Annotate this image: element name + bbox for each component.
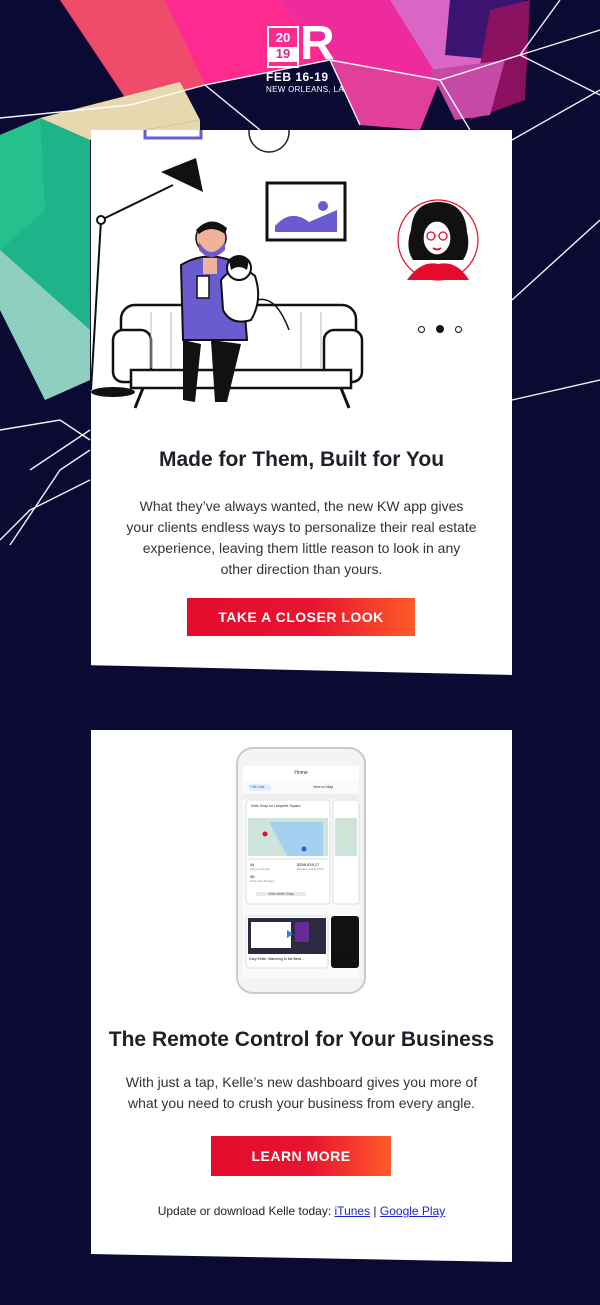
phone-snap-title: Kelle Snap for Lafayette Square <box>251 804 301 808</box>
card-body-text: What they’ve always wanted, the new KW a… <box>126 498 477 577</box>
carousel-dot-active[interactable] <box>436 325 444 333</box>
itunes-link[interactable]: iTunes <box>335 1204 371 1218</box>
learn-more-button[interactable]: LEARN MORE <box>211 1136 391 1176</box>
card-title: Made for Them, Built for You <box>158 448 445 471</box>
phone-filter-chip: + Hit Lists <box>249 785 265 789</box>
event-dates: FEB 16-19 <box>266 70 329 84</box>
hero-illustration <box>91 130 479 409</box>
download-prompt: Update or download Kelle today: <box>157 1204 335 1218</box>
google-play-link[interactable]: Google Play <box>380 1204 445 1218</box>
card-title: The Remote Control for Your Business <box>108 1028 495 1051</box>
take-a-closer-look-button[interactable]: TAKE A CLOSER LOOK <box>187 598 415 636</box>
carousel-dot[interactable] <box>418 325 425 333</box>
phone-stat-active-label: Active Listings <box>250 867 270 871</box>
carousel-indicator <box>418 325 462 333</box>
carousel-dot[interactable] <box>455 325 462 333</box>
event-mark: R <box>300 17 335 70</box>
card-body-text: With just a tap, Kelle’s new dashboard g… <box>125 1074 478 1111</box>
phone-stat-sold-label: Sold Last 30 Days <box>250 879 275 883</box>
phone-view-snap: View Kelle Snap <box>268 892 294 896</box>
phone-screen-title: Home <box>294 770 308 776</box>
event-location: NEW ORLEANS, LA <box>266 85 344 94</box>
phone-stat-price-label: Median Listing Price <box>297 867 325 871</box>
event-logo: 20 19 R FEB 16-19 NEW ORLEANS, LA <box>262 20 344 98</box>
phone-video-caption: Gary Keller: Marching to the Beat ... <box>249 957 305 961</box>
promo-card-dashboard: Home + Hit Lists View on Map Kelle Snap … <box>91 730 512 1262</box>
year-badge: 20 19 <box>267 26 299 68</box>
download-footer: Update or download Kelle today: iTunes |… <box>91 1204 512 1218</box>
promo-card-app: Made for Them, Built for You What they’v… <box>91 130 512 675</box>
year-top: 20 <box>275 30 291 45</box>
link-separator: | <box>370 1204 380 1218</box>
year-bottom: 19 <box>269 47 297 62</box>
phone-video-caption-2: Time and Tod <box>333 957 355 961</box>
small-frame-icon <box>143 130 203 140</box>
phone-view-on-map: View on Map <box>313 785 334 789</box>
